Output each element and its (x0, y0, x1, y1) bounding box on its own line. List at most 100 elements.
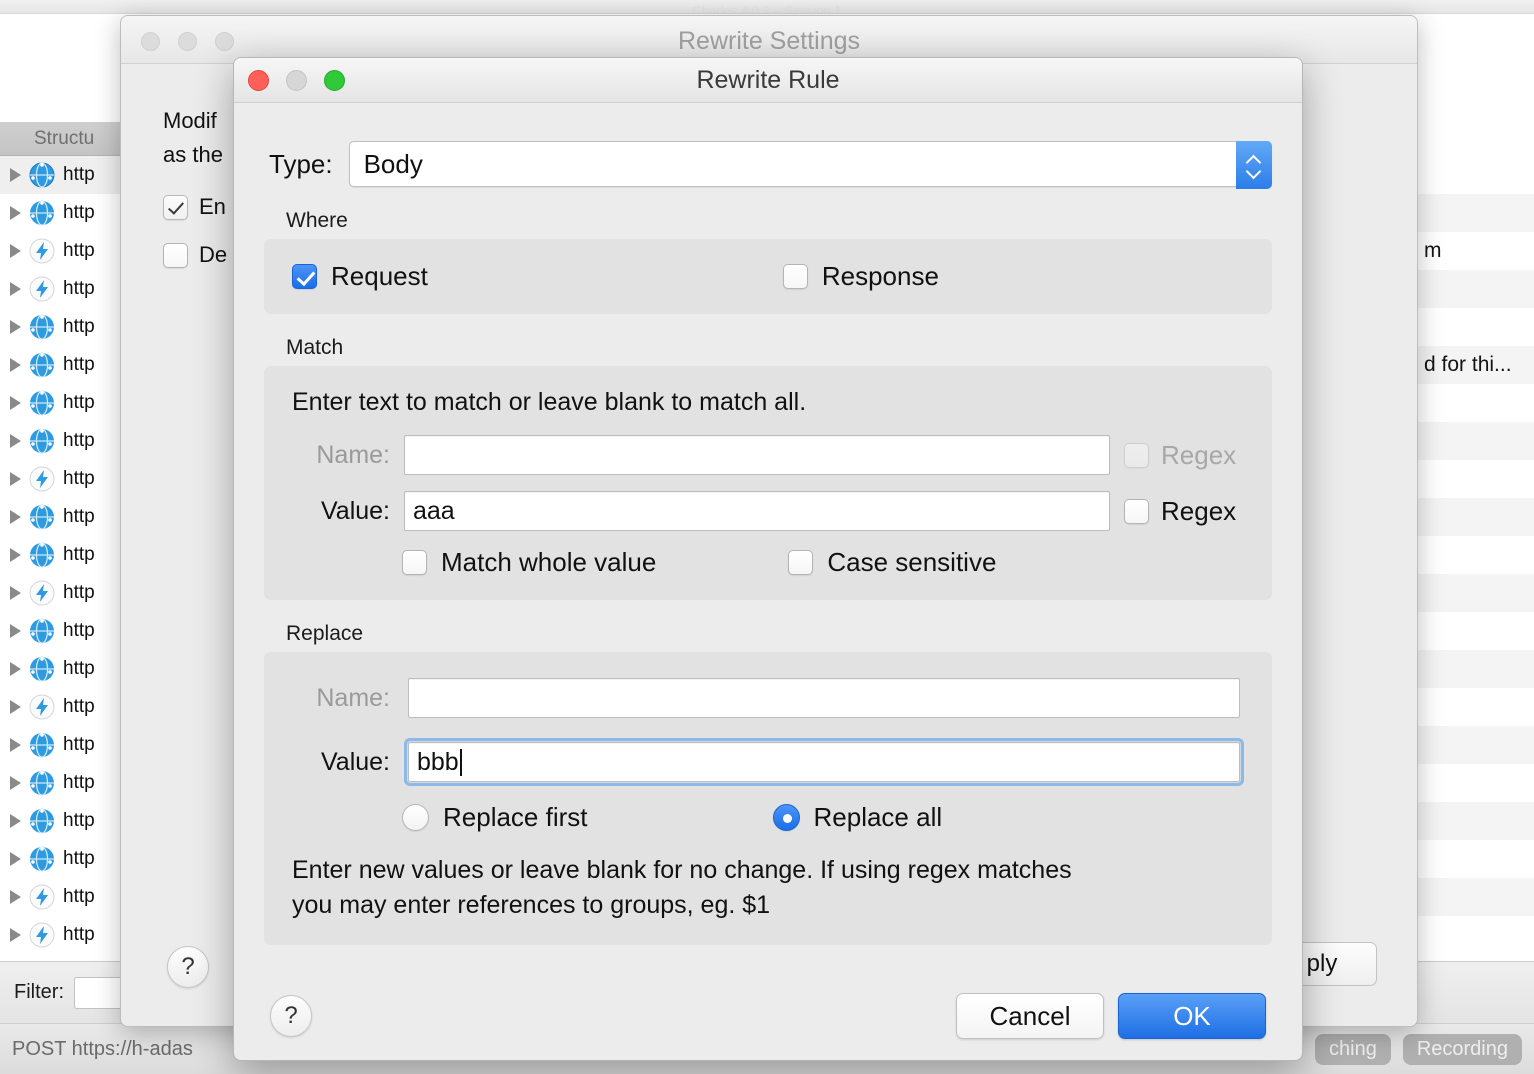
disclosure-triangle-icon[interactable] (10, 282, 21, 296)
disclosure-triangle-icon[interactable] (10, 472, 21, 486)
match-value-regex-checkbox[interactable] (1124, 499, 1149, 524)
disclosure-triangle-icon[interactable] (10, 358, 21, 372)
match-name-input[interactable] (404, 435, 1110, 475)
structure-tree[interactable]: http http (0, 156, 132, 961)
match-value-regex-row[interactable]: Regex (1124, 496, 1244, 527)
tree-row[interactable]: http (0, 346, 132, 384)
disclosure-triangle-icon[interactable] (10, 738, 21, 752)
tree-row[interactable]: http (0, 574, 132, 612)
tree-row[interactable]: http (0, 878, 132, 916)
tree-row[interactable]: http (0, 422, 132, 460)
disclosure-triangle-icon[interactable] (10, 434, 21, 448)
enable-rewrite-checkbox[interactable] (163, 195, 188, 220)
main-window-title: Charles 4.0.2 – Session 1 (0, 3, 1534, 14)
tree-row[interactable]: http (0, 308, 132, 346)
rewrite-rule-dialog: Rewrite Rule Type: Body Where (233, 57, 1303, 1061)
tree-row[interactable]: http (0, 764, 132, 802)
bolt-icon (29, 466, 55, 492)
detail-row: m (1418, 232, 1534, 270)
disclosure-triangle-icon[interactable] (10, 662, 21, 676)
status-badge[interactable]: ching (1315, 1034, 1391, 1065)
tree-row[interactable]: http (0, 802, 132, 840)
disclosure-triangle-icon[interactable] (10, 624, 21, 638)
globe-icon (29, 504, 55, 530)
tree-row-label: http (63, 506, 95, 528)
tree-row[interactable]: http (0, 688, 132, 726)
tree-row[interactable]: http (0, 232, 132, 270)
case-sensitive-checkbox[interactable] (788, 550, 813, 575)
disclosure-triangle-icon[interactable] (10, 320, 21, 334)
tree-row[interactable]: http (0, 536, 132, 574)
match-whole-value-row[interactable]: Match whole value (402, 547, 656, 578)
bolt-icon (29, 884, 55, 910)
type-label: Type: (269, 149, 333, 180)
dialog-help-button[interactable]: ? (270, 995, 312, 1037)
structure-column-header[interactable]: Structu (0, 122, 132, 156)
chevron-down-icon (1247, 167, 1261, 175)
help-button[interactable]: ? (167, 946, 209, 988)
tree-row[interactable]: http (0, 384, 132, 422)
replace-all-radio-row[interactable]: Replace all (773, 802, 943, 833)
match-value-input[interactable]: aaa (404, 491, 1110, 531)
disclosure-triangle-icon[interactable] (10, 206, 21, 220)
disclosure-triangle-icon[interactable] (10, 776, 21, 790)
match-whole-value-checkbox[interactable] (402, 550, 427, 575)
disclosure-triangle-icon[interactable] (10, 396, 21, 410)
replace-value-focus-ring: bbb (404, 738, 1244, 786)
disclosure-triangle-icon[interactable] (10, 700, 21, 714)
stepper-updown-icon[interactable] (1236, 141, 1272, 189)
tree-row[interactable]: http (0, 194, 132, 232)
debug-rewrite-checkbox[interactable] (163, 243, 188, 268)
tree-row-label: http (63, 582, 95, 604)
disclosure-triangle-icon[interactable] (10, 852, 21, 866)
globe-icon (29, 390, 55, 416)
replace-first-radio[interactable] (402, 804, 429, 831)
disclosure-triangle-icon[interactable] (10, 548, 21, 562)
tree-row[interactable]: http (0, 612, 132, 650)
detail-row (1418, 612, 1534, 650)
tree-row[interactable]: http (0, 916, 132, 954)
disclosure-triangle-icon[interactable] (10, 586, 21, 600)
replace-name-label: Name: (292, 684, 390, 713)
request-checkbox-row[interactable]: Request (292, 261, 428, 292)
replace-all-radio[interactable] (773, 804, 800, 831)
tree-row-label: http (63, 278, 95, 300)
tree-row[interactable]: http (0, 156, 132, 194)
replace-name-input-wrap (404, 674, 1244, 722)
tree-row-label: http (63, 848, 95, 870)
match-name-label: Name: (292, 441, 390, 470)
disclosure-triangle-icon[interactable] (10, 168, 21, 182)
replace-value-input[interactable]: bbb (408, 742, 1240, 782)
globe-icon (29, 808, 55, 834)
disclosure-triangle-icon[interactable] (10, 244, 21, 258)
footer-buttons: Cancel OK (956, 993, 1266, 1039)
tree-row[interactable]: http (0, 650, 132, 688)
disclosure-triangle-icon[interactable] (10, 814, 21, 828)
rewrite-rule-titlebar: Rewrite Rule (234, 58, 1302, 103)
request-checkbox[interactable] (292, 264, 317, 289)
detail-row (1418, 688, 1534, 726)
replace-name-input[interactable] (408, 678, 1240, 718)
type-select[interactable]: Body (349, 141, 1272, 187)
status-badge[interactable]: Recording (1403, 1034, 1522, 1065)
tree-row[interactable]: http (0, 460, 132, 498)
globe-icon (29, 200, 55, 226)
case-sensitive-row[interactable]: Case sensitive (788, 547, 996, 578)
disclosure-triangle-icon[interactable] (10, 510, 21, 524)
response-checkbox[interactable] (783, 264, 808, 289)
replace-first-radio-row[interactable]: Replace first (402, 802, 588, 833)
ok-button-label: OK (1173, 1001, 1211, 1032)
disclosure-triangle-icon[interactable] (10, 928, 21, 942)
detail-row (1418, 460, 1534, 498)
tree-row[interactable]: http (0, 498, 132, 536)
match-group-box: Enter text to match or leave blank to ma… (264, 366, 1272, 600)
detail-fragment: d for thi... (1418, 346, 1534, 384)
cancel-button[interactable]: Cancel (956, 993, 1104, 1039)
ok-button[interactable]: OK (1118, 993, 1266, 1039)
tree-row[interactable]: http (0, 270, 132, 308)
tree-row[interactable]: http (0, 840, 132, 878)
disclosure-triangle-icon[interactable] (10, 890, 21, 904)
response-checkbox-row[interactable]: Response (783, 261, 939, 292)
globe-icon (29, 352, 55, 378)
tree-row[interactable]: http (0, 726, 132, 764)
